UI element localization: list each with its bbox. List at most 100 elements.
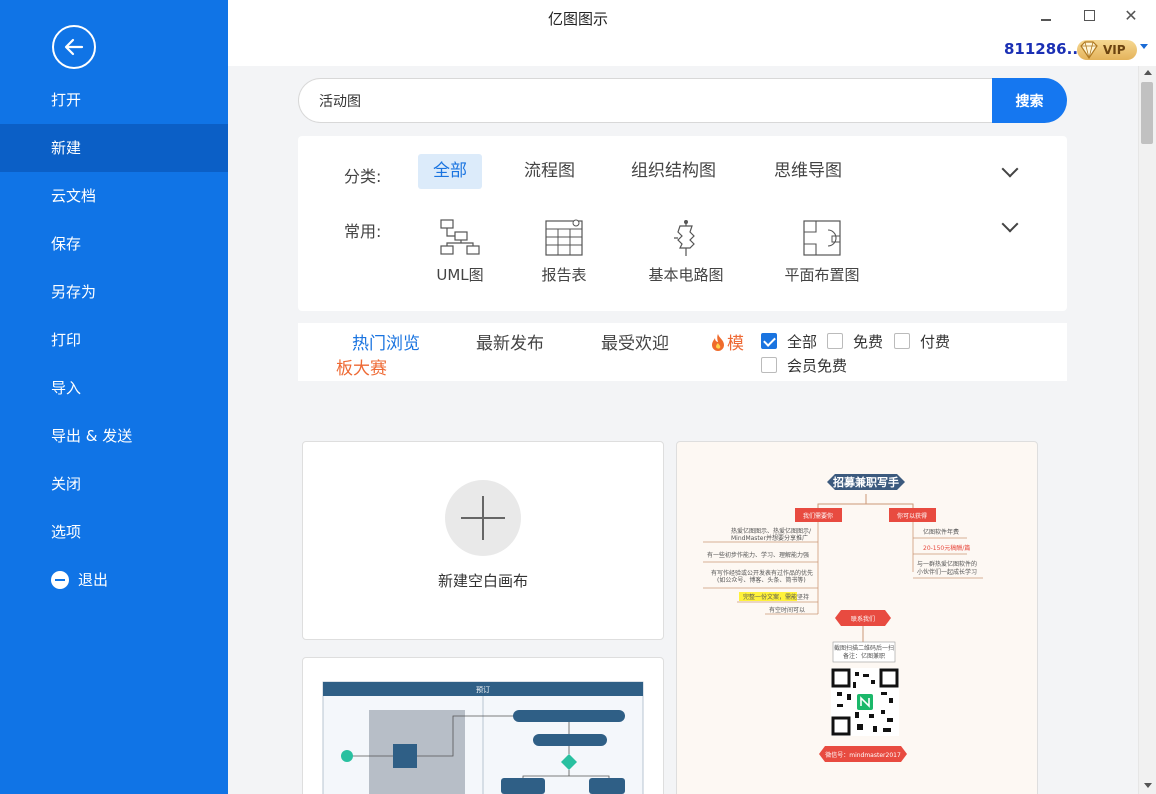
template-card-recruit[interactable]: 招募兼职写手 我们需要你 你可以获得 热爱亿图图示、热爱亿图图示/ MindMa… [676,441,1038,794]
sidebar-item-options[interactable]: 选项 [0,508,228,556]
checkbox-paid[interactable] [894,333,910,349]
recruit-line: MindMaster并想要分享推广 [731,534,808,542]
sidebar-item-close[interactable]: 关闭 [0,460,228,508]
minus-circle-icon [51,571,69,589]
checkbox-paid-label: 付费 [920,333,951,351]
sidebar-item-label: 保存 [51,235,82,253]
main-content: 搜索 分类: 全部 流程图 组织结构图 思维导图 常用: UML图 [228,66,1138,794]
recruit-left-tag: 我们需要你 [803,512,833,520]
recruit-title: 招募兼职写手 [833,475,899,489]
contest-label-part2[interactable]: 板大赛 [336,354,387,379]
uml-icon [440,219,480,255]
back-button[interactable] [52,25,96,69]
recruit-contact-tag: 联系我们 [851,615,875,623]
common-item-uml[interactable]: UML图 [430,218,490,285]
search-button[interactable]: 搜索 [992,78,1067,123]
scroll-down-icon[interactable] [1144,783,1152,788]
recruit-line: 20-150元稿酬/篇 [923,544,970,552]
category-mind-map[interactable]: 思维导图 [774,154,842,189]
tab-popular[interactable]: 最受欢迎 [601,329,669,354]
recruit-line: 有写作经验或公开发表有过作品的优先 [711,569,813,577]
caret-down-icon[interactable] [1140,44,1148,49]
tab-contest[interactable]: 模 [710,329,744,354]
sidebar-item-label: 导出 & 发送 [51,427,133,445]
close-button[interactable]: ✕ [1121,6,1141,26]
recruit-wechat: 微信号：mindmaster2017 [825,751,901,759]
common-item-circuit[interactable]: 基本电路图 [642,218,730,285]
checkbox-all-label: 全部 [787,333,818,351]
vertical-scrollbar[interactable] [1138,66,1156,794]
scroll-thumb[interactable] [1141,82,1153,144]
chevron-down-icon[interactable] [1001,160,1019,178]
new-blank-label: 新建空白画布 [437,572,528,590]
recruit-line: 完整一份文案，需能坚持 [743,593,809,601]
checkbox-free-label: 免费 [853,333,884,351]
plus-icon [445,480,521,556]
sidebar-item-label: 选项 [51,523,82,541]
template-thumbnail: 招募兼职写手 我们需要你 你可以获得 热爱亿图图示、热爱亿图图示/ MindMa… [703,474,983,762]
recruit-contact-line: 备注：亿图兼职 [843,652,885,660]
sidebar-item-save[interactable]: 保存 [0,220,228,268]
recruit-line: 有空时间可以 [769,606,805,614]
common-item-label: 报告表 [541,266,587,284]
qr-code-icon [831,668,899,736]
vip-badge[interactable]: VIP [1077,40,1137,60]
sidebar-item-exit[interactable]: 退出 [0,556,228,604]
search-bar: 搜索 [298,78,1067,123]
recruit-contact-line: 截图扫描二维码后一扫 [834,644,894,652]
common-item-label: 基本电路图 [648,266,724,284]
recruit-line: (如公众号、博客、头条、简书等) [717,576,806,584]
minimize-button[interactable] [1036,6,1056,26]
sidebar-item-label: 退出 [78,571,109,589]
sidebar-item-new[interactable]: 新建 [0,124,228,172]
sidebar-item-open[interactable]: 打开 [0,76,228,124]
category-org-chart[interactable]: 组织结构图 [631,154,716,189]
tab-hot[interactable]: 热门浏览 [352,329,420,354]
sidebar-item-print[interactable]: 打印 [0,316,228,364]
search-input[interactable] [298,78,998,123]
category-flowchart[interactable]: 流程图 [524,154,575,189]
recruit-line: 亿图软件年费 [923,528,959,536]
sidebar-item-label: 导入 [51,379,82,397]
fire-icon [712,334,724,351]
title-bar: 亿图图示 ✕ 811286... VIP [228,0,1156,66]
maximize-button[interactable] [1079,6,1099,26]
sidebar-item-export-send[interactable]: 导出 & 发送 [0,412,228,460]
recruit-right-tag: 你可以获得 [897,512,927,520]
tab-latest[interactable]: 最新发布 [476,329,544,354]
common-item-label: UML图 [436,266,484,284]
checkbox-all[interactable] [761,333,777,349]
close-icon: ✕ [1124,6,1138,25]
recruit-line: 热爱亿图图示、热爱亿图图示/ [731,527,812,535]
category-label: 分类: [344,167,382,186]
sidebar: 打开 新建 云文档 保存 另存为 打印 导入 导出 & 发送 关闭 选项 退出 [0,0,228,794]
common-item-floorplan[interactable]: 平面布置图 [778,218,866,285]
user-id[interactable]: 811286... [1004,40,1084,58]
filter-panel: 热门浏览 最新发布 最受欢迎 模 板大赛 全部 免费 付费 会员免费 [298,323,1067,381]
floorplan-icon [803,220,841,256]
checkbox-member-free-label: 会员免费 [787,357,848,375]
flow-header: 预订 [476,685,490,694]
common-label: 常用: [344,222,382,241]
recruit-line: 与一群热爱亿图软件的 [917,560,977,568]
sidebar-item-cloud-docs[interactable]: 云文档 [0,172,228,220]
template-card-flowchart[interactable]: 预订 [302,657,664,794]
recruit-line: 小伙伴们一起成长学习 [917,568,977,576]
common-item-label: 平面布置图 [784,266,860,284]
circuit-icon [674,220,695,256]
sidebar-item-import[interactable]: 导入 [0,364,228,412]
sidebar-nav: 打开 新建 云文档 保存 另存为 打印 导入 导出 & 发送 关闭 选项 退出 [0,76,228,604]
sidebar-item-label: 打开 [51,91,82,109]
contest-label-part1: 模 [727,334,744,354]
category-all[interactable]: 全部 [418,154,482,189]
window-title: 亿图图示 [547,10,608,28]
sidebar-item-save-as[interactable]: 另存为 [0,268,228,316]
common-item-report[interactable]: 报告表 [534,218,594,285]
diamond-icon [1080,41,1098,59]
scroll-up-icon[interactable] [1144,70,1152,75]
checkbox-member-free[interactable] [761,357,777,373]
chevron-down-icon[interactable] [1001,215,1019,233]
arrow-left-icon [64,38,84,56]
checkbox-free[interactable] [827,333,843,349]
new-blank-card[interactable]: 新建空白画布 [302,441,664,640]
